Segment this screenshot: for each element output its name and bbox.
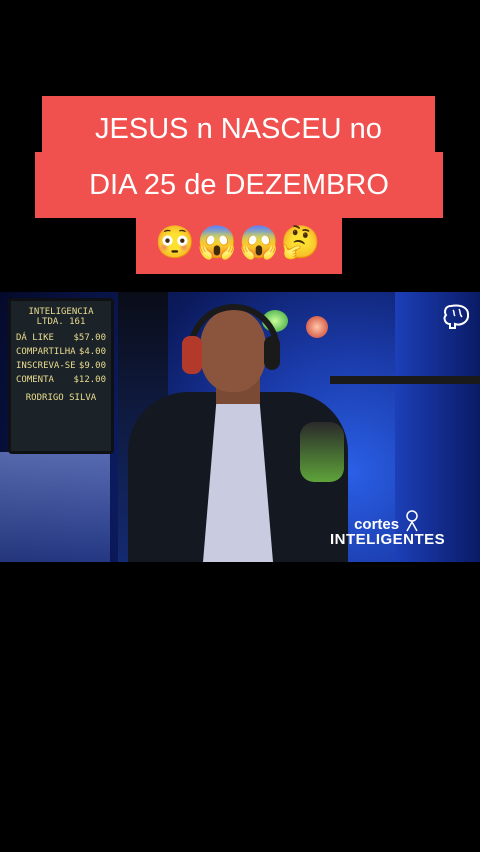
board-row: COMPARTILHA $4.00 bbox=[16, 347, 106, 357]
mic-arm bbox=[330, 376, 480, 384]
board-subtitle: LTDA. 161 bbox=[36, 317, 86, 327]
brain-logo-icon bbox=[441, 300, 473, 332]
microphone bbox=[300, 422, 344, 482]
caption-line-2: DIA 25 de DEZEMBRO bbox=[35, 152, 443, 218]
caption-emoji-line: 😳😱😱🤔 bbox=[136, 210, 342, 274]
channel-watermark: cortes INTELIGENTES bbox=[330, 510, 445, 547]
video-frame[interactable]: INTELIGENCIA LTDA. 161 DÁ LIKE $57.00 COM… bbox=[0, 292, 480, 562]
board-row: DÁ LIKE $57.00 bbox=[16, 333, 106, 343]
board-title: INTELIGENCIA bbox=[28, 307, 94, 317]
board-footer: RODRIGO SILVA bbox=[25, 393, 97, 403]
watermark-line-1: cortes bbox=[354, 516, 400, 533]
board-row: COMENTA $12.00 bbox=[16, 375, 106, 385]
left-drape bbox=[0, 452, 110, 562]
watermark-line-2: INTELIGENTES bbox=[330, 531, 446, 548]
price-board: INTELIGENCIA LTDA. 161 DÁ LIKE $57.00 COM… bbox=[8, 298, 114, 454]
mascot-icon bbox=[406, 510, 418, 532]
board-row: INSCREVA-SE $9.00 bbox=[16, 361, 106, 371]
